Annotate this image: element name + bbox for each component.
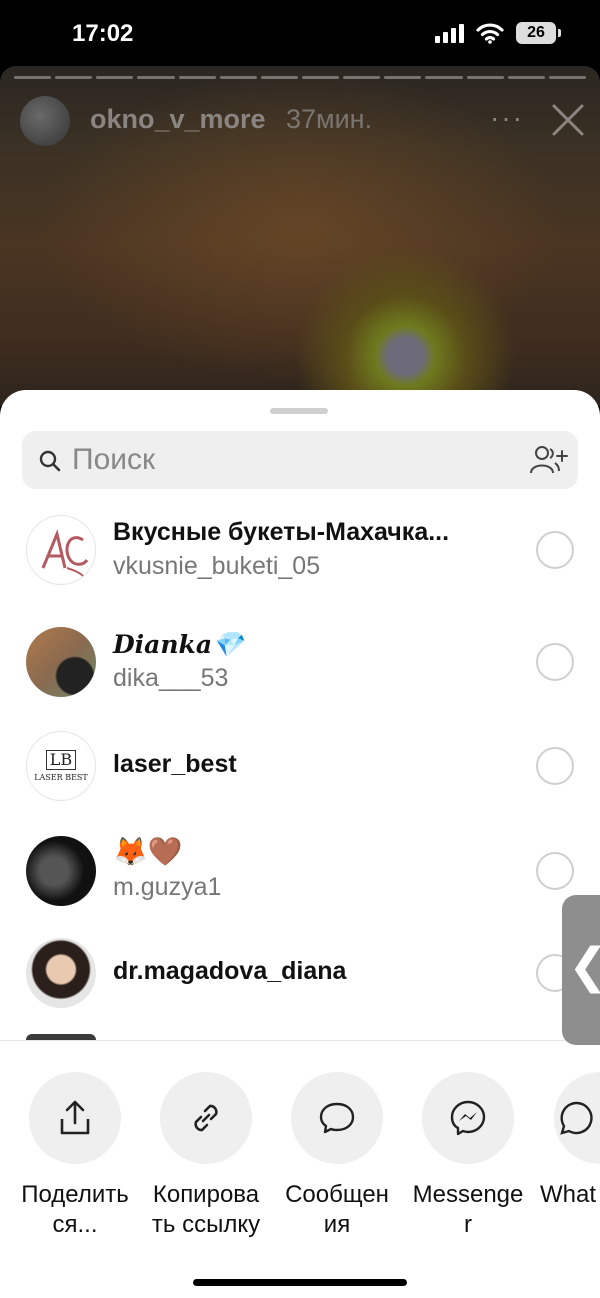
select-radio[interactable] [536,531,574,569]
select-radio[interactable] [536,643,574,681]
story-author-avatar[interactable] [20,96,70,146]
contact-name: laser_best [113,750,237,778]
story-progress-segment [384,76,422,79]
message-icon [319,1102,355,1134]
share-icon [60,1100,90,1135]
contact-username: vkusnie_buketi_05 [113,552,321,580]
contact-name: 🦊🤎 [113,836,183,867]
story-progress-segment [14,76,52,79]
messages-button[interactable]: Сообщен ия [275,1072,399,1240]
contact-name: 𝑫𝒊𝒂𝒏𝒌𝒂💎 [113,630,244,659]
contact-name: Вкусные букеты-Махачка... [113,518,450,546]
home-indicator [193,1279,407,1286]
story-progress-segment [219,76,257,79]
flower-shop-logo-icon [41,529,89,577]
status-icons: 26 [435,22,561,44]
story-progress-segment [260,76,298,79]
wifi-icon [476,23,504,44]
divider [0,1040,600,1041]
avatar-logo-mark: LB [45,750,77,770]
messenger-label: Messenge r [412,1181,524,1238]
status-time: 17:02 [72,20,134,47]
more-options-icon[interactable]: ··· [490,102,524,134]
story-progress-segment [137,76,175,79]
contact-username: m.guzya1 [113,873,222,901]
sheet-drag-handle[interactable] [270,408,328,414]
story-author-username[interactable]: okno_v_more [90,104,266,135]
search-input[interactable] [72,441,512,479]
avatar: LB LASER BEST [26,731,96,801]
story-viewer[interactable]: okno_v_more 37мин. ··· [0,66,600,406]
story-progress-bar [14,76,586,79]
story-progress-segment [343,76,381,79]
battery-indicator: 26 [516,22,561,44]
contact-name: dr.magadova_diana [113,957,347,985]
story-progress-segment [178,76,216,79]
avatar [26,627,96,697]
contact-row[interactable]: dr.magadova_diana [0,928,600,1028]
contact-username: dika___53 [113,664,229,692]
search-icon [39,450,61,472]
share-sheet: Вкусные букеты-Махачка... vkusnie_buketi… [0,390,600,1298]
copy-link-button[interactable]: Копирова ть ссылку [144,1072,268,1240]
messenger-icon [450,1100,486,1136]
messenger-button[interactable]: Messenge r [406,1072,530,1240]
story-progress-segment [466,76,504,79]
select-radio[interactable] [536,852,574,890]
story-progress-segment [55,76,93,79]
avatar-logo-text: LASER BEST [34,773,88,782]
contact-row[interactable]: Вкусные букеты-Махачка... vkusnie_buketi… [0,500,600,600]
story-progress-segment [548,76,586,79]
contact-row[interactable]: 𝑫𝒊𝒂𝒏𝒌𝒂💎 dika___53 [0,612,600,712]
cellular-signal-icon [435,23,464,43]
whatsapp-icon [560,1101,593,1135]
story-progress-segment [301,76,340,79]
story-progress-segment [425,76,463,79]
messages-label: Сообщен ия [285,1181,389,1238]
story-progress-segment [96,76,134,79]
close-icon[interactable] [550,102,586,138]
chevron-left-icon: ❮ [568,943,600,991]
avatar [26,836,96,906]
contact-row[interactable]: LB LASER BEST laser_best [0,716,600,816]
side-handle-tab[interactable]: ❮ [562,895,600,1045]
avatar [26,938,96,1008]
whatsapp-label: What [540,1181,597,1208]
copy-link-label: Копирова ть ссылку [151,1181,261,1238]
share-label: Поделить ся... [21,1181,129,1238]
story-progress-segment [507,76,545,79]
avatar [26,515,96,585]
link-icon [194,1104,218,1132]
share-button[interactable]: Поделить ся... [13,1072,137,1240]
story-time-ago: 37мин. [286,104,373,134]
contact-row[interactable]: 🦊🤎 m.guzya1 [0,821,600,921]
status-bar: 17:02 26 [0,0,600,70]
select-radio[interactable] [536,747,574,785]
search-bar [22,431,578,489]
add-people-icon[interactable] [528,443,568,477]
whatsapp-button[interactable]: What [537,1072,600,1210]
share-actions-row: Поделить ся... Копирова ть ссылку Сообще… [0,1072,600,1252]
